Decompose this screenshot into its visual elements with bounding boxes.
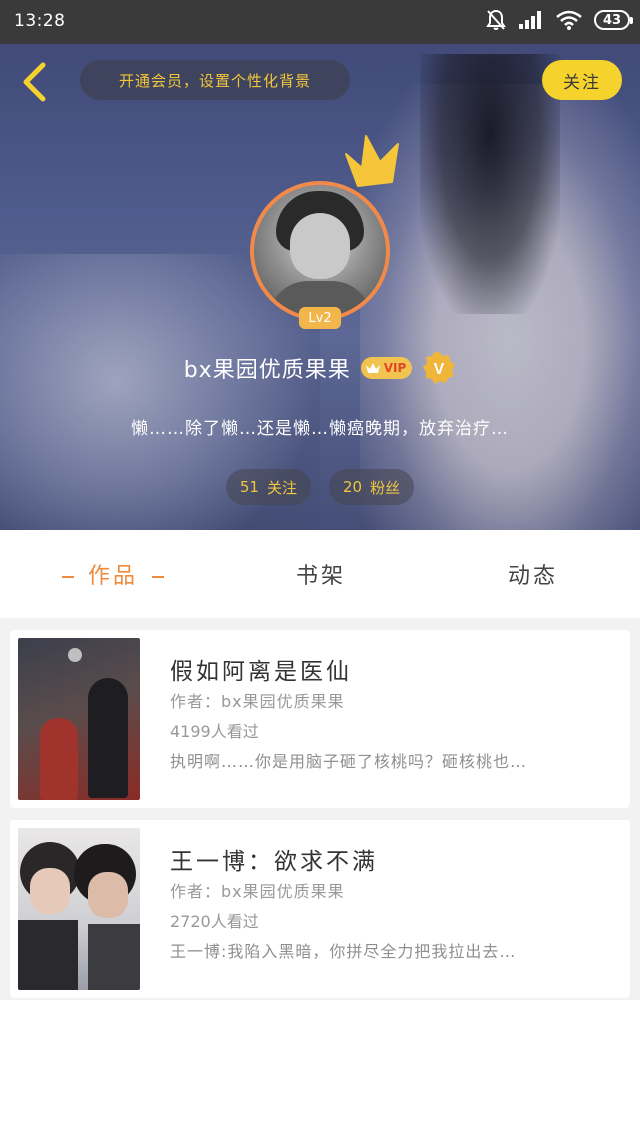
bell-muted-icon [486, 9, 506, 30]
name-row: bx果园优质果果 VIP V [0, 349, 640, 387]
wifi-icon [556, 10, 582, 30]
book-cover [18, 828, 140, 990]
verified-icon: V [423, 352, 456, 384]
book-views: 4199人看过 [170, 722, 259, 741]
crown-small-icon [365, 363, 380, 373]
book-card[interactable]: 王一博：欲求不满 作者：bx果园优质果果 2720人看过 王一博:我陷入黑暗，你… [10, 820, 630, 998]
verified-badge: V [422, 351, 456, 385]
book-title: 王一博：欲求不满 [170, 849, 378, 875]
svg-text:V: V [434, 361, 445, 378]
following-label: 关注 [266, 478, 297, 497]
book-author: 作者：bx果园优质果果 [170, 692, 345, 711]
profile-bio: 懒……除了懒…还是懒…懒癌晚期，放弃治疗… [131, 419, 509, 439]
profile-stats: 51 关注 20 粉丝 [0, 469, 640, 505]
followers-count: 20 [343, 478, 363, 496]
profile-header: 开通会员，设置个性化背景 关注 Lv2 bx果园优质果果 VIP V 懒……除了… [0, 44, 640, 530]
vip-badge: VIP [360, 357, 413, 379]
book-card[interactable]: 假如阿离是医仙 作者：bx果园优质果果 4199人看过 执明啊……你是用脑子砸了… [10, 630, 630, 808]
battery-indicator: 43 [594, 10, 633, 30]
follow-button[interactable]: 关注 [542, 60, 622, 100]
chevron-left-icon [23, 62, 46, 102]
followers-label: 粉丝 [370, 478, 401, 497]
book-cover [18, 638, 140, 800]
tab-feed[interactable]: 动态 [508, 558, 558, 590]
following-count: 51 [239, 478, 259, 496]
tab-bookshelf[interactable]: 书架 [296, 558, 346, 590]
followers-stat[interactable]: 20 粉丝 [329, 469, 415, 505]
status-time: 13:28 [14, 11, 66, 31]
book-title: 假如阿离是医仙 [170, 659, 352, 685]
level-badge: Lv2 [299, 307, 341, 329]
following-stat[interactable]: 51 关注 [225, 469, 311, 505]
vip-background-prompt[interactable]: 开通会员，设置个性化背景 [80, 60, 350, 100]
tab-works[interactable]: 作品 [48, 558, 178, 590]
avatar-image [250, 181, 390, 321]
signal-icon [519, 11, 541, 29]
profile-tabs: 作品 书架 动态 [0, 530, 640, 618]
status-bar: 13:28 43 [0, 0, 640, 44]
username: bx果园优质果果 [183, 358, 351, 383]
book-intro: 执明啊……你是用脑子砸了核桃吗？砸核桃也… [170, 752, 528, 771]
avatar[interactable] [250, 181, 390, 321]
back-button[interactable] [14, 60, 54, 104]
status-icons: 43 [486, 9, 633, 31]
book-author: 作者：bx果园优质果果 [170, 882, 345, 901]
book-views: 2720人看过 [170, 912, 259, 931]
book-intro: 王一博:我陷入黑暗，你拼尽全力把我拉出去… [170, 942, 517, 961]
